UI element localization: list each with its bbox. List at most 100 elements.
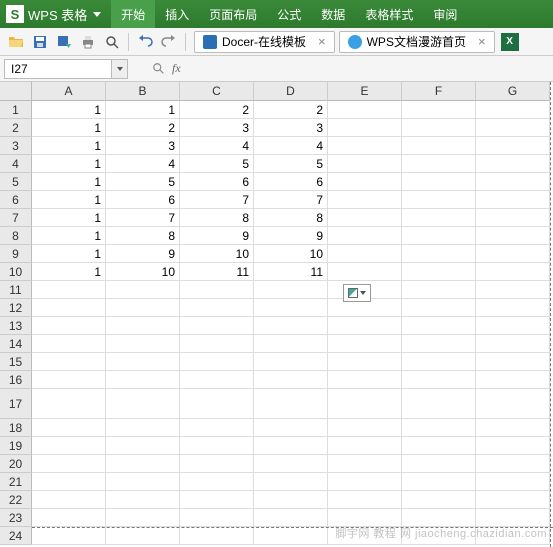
row-header-11[interactable]: 11 bbox=[0, 281, 32, 299]
tab-docer[interactable]: Docer-在线模板 × bbox=[194, 31, 335, 53]
cell[interactable] bbox=[328, 245, 402, 263]
cell[interactable] bbox=[328, 137, 402, 155]
cell[interactable] bbox=[476, 281, 550, 299]
cell[interactable] bbox=[328, 119, 402, 137]
cell[interactable]: 7 bbox=[180, 191, 254, 209]
cell[interactable] bbox=[476, 155, 550, 173]
row-header-23[interactable]: 23 bbox=[0, 509, 32, 527]
cell[interactable] bbox=[402, 209, 476, 227]
cell[interactable] bbox=[106, 473, 180, 491]
cell[interactable]: 1 bbox=[32, 209, 106, 227]
cell[interactable] bbox=[180, 353, 254, 371]
cell[interactable] bbox=[402, 191, 476, 209]
select-all-corner[interactable] bbox=[0, 82, 32, 101]
row-header-14[interactable]: 14 bbox=[0, 335, 32, 353]
row-header-17[interactable]: 17 bbox=[0, 389, 32, 419]
cell[interactable]: 5 bbox=[254, 155, 328, 173]
preview-icon[interactable] bbox=[102, 32, 122, 52]
cell[interactable] bbox=[106, 299, 180, 317]
row-header-6[interactable]: 6 bbox=[0, 191, 32, 209]
app-dropdown-icon[interactable] bbox=[93, 12, 101, 17]
cell[interactable]: 5 bbox=[180, 155, 254, 173]
cell[interactable] bbox=[402, 473, 476, 491]
cell[interactable] bbox=[476, 353, 550, 371]
cell[interactable] bbox=[402, 263, 476, 281]
menu-2[interactable]: 页面布局 bbox=[199, 0, 267, 28]
cell[interactable] bbox=[254, 491, 328, 509]
col-header-E[interactable]: E bbox=[328, 82, 402, 101]
cell[interactable] bbox=[180, 455, 254, 473]
cell[interactable] bbox=[106, 281, 180, 299]
cell[interactable] bbox=[106, 455, 180, 473]
cell[interactable]: 9 bbox=[106, 245, 180, 263]
tab-wps-home[interactable]: WPS文档漫游首页 × bbox=[339, 31, 495, 53]
cell[interactable] bbox=[32, 299, 106, 317]
col-header-G[interactable]: G bbox=[476, 82, 550, 101]
cell[interactable] bbox=[106, 389, 180, 419]
row-header-20[interactable]: 20 bbox=[0, 455, 32, 473]
col-header-B[interactable]: B bbox=[106, 82, 180, 101]
cell[interactable] bbox=[32, 389, 106, 419]
menu-1[interactable]: 插入 bbox=[155, 0, 199, 28]
cell[interactable] bbox=[402, 101, 476, 119]
row-header-10[interactable]: 10 bbox=[0, 263, 32, 281]
cell[interactable] bbox=[476, 101, 550, 119]
cell[interactable] bbox=[476, 371, 550, 389]
cell[interactable] bbox=[328, 473, 402, 491]
row-header-4[interactable]: 4 bbox=[0, 155, 32, 173]
menu-0[interactable]: 开始 bbox=[111, 0, 155, 28]
cell[interactable] bbox=[476, 419, 550, 437]
save-icon[interactable] bbox=[30, 32, 50, 52]
cell[interactable]: 1 bbox=[32, 119, 106, 137]
cell[interactable] bbox=[476, 317, 550, 335]
cell[interactable] bbox=[254, 335, 328, 353]
cell[interactable] bbox=[402, 335, 476, 353]
cell[interactable] bbox=[180, 509, 254, 527]
cell[interactable] bbox=[476, 455, 550, 473]
close-icon[interactable]: × bbox=[318, 34, 326, 49]
cell[interactable] bbox=[254, 299, 328, 317]
cell[interactable] bbox=[476, 389, 550, 419]
cell[interactable]: 10 bbox=[254, 245, 328, 263]
cell[interactable] bbox=[106, 317, 180, 335]
cell[interactable] bbox=[180, 317, 254, 335]
cell[interactable] bbox=[402, 281, 476, 299]
cell[interactable] bbox=[32, 455, 106, 473]
cell[interactable]: 5 bbox=[106, 173, 180, 191]
cell[interactable] bbox=[476, 491, 550, 509]
cell[interactable] bbox=[180, 419, 254, 437]
cell[interactable] bbox=[476, 335, 550, 353]
col-header-A[interactable]: A bbox=[32, 82, 106, 101]
cell[interactable] bbox=[106, 353, 180, 371]
cell[interactable] bbox=[180, 371, 254, 389]
cell[interactable] bbox=[402, 419, 476, 437]
cell[interactable] bbox=[328, 191, 402, 209]
row-header-21[interactable]: 21 bbox=[0, 473, 32, 491]
cell[interactable] bbox=[402, 455, 476, 473]
cell[interactable] bbox=[32, 509, 106, 527]
cell[interactable]: 4 bbox=[106, 155, 180, 173]
cell[interactable] bbox=[402, 371, 476, 389]
cell[interactable]: 2 bbox=[180, 101, 254, 119]
cell[interactable] bbox=[180, 281, 254, 299]
row-header-13[interactable]: 13 bbox=[0, 317, 32, 335]
cell[interactable] bbox=[476, 137, 550, 155]
cell[interactable] bbox=[476, 299, 550, 317]
row-header-9[interactable]: 9 bbox=[0, 245, 32, 263]
cell[interactable]: 2 bbox=[254, 101, 328, 119]
cell[interactable]: 1 bbox=[32, 101, 106, 119]
cell[interactable]: 8 bbox=[180, 209, 254, 227]
cell[interactable] bbox=[328, 155, 402, 173]
cell[interactable] bbox=[402, 155, 476, 173]
cell[interactable] bbox=[476, 119, 550, 137]
open-icon[interactable] bbox=[6, 32, 26, 52]
cell[interactable]: 8 bbox=[254, 209, 328, 227]
cell[interactable] bbox=[402, 353, 476, 371]
menu-6[interactable]: 审阅 bbox=[423, 0, 467, 28]
row-header-3[interactable]: 3 bbox=[0, 137, 32, 155]
cell[interactable] bbox=[476, 263, 550, 281]
row-header-16[interactable]: 16 bbox=[0, 371, 32, 389]
cell[interactable] bbox=[254, 419, 328, 437]
cell[interactable]: 10 bbox=[180, 245, 254, 263]
cell[interactable] bbox=[402, 137, 476, 155]
